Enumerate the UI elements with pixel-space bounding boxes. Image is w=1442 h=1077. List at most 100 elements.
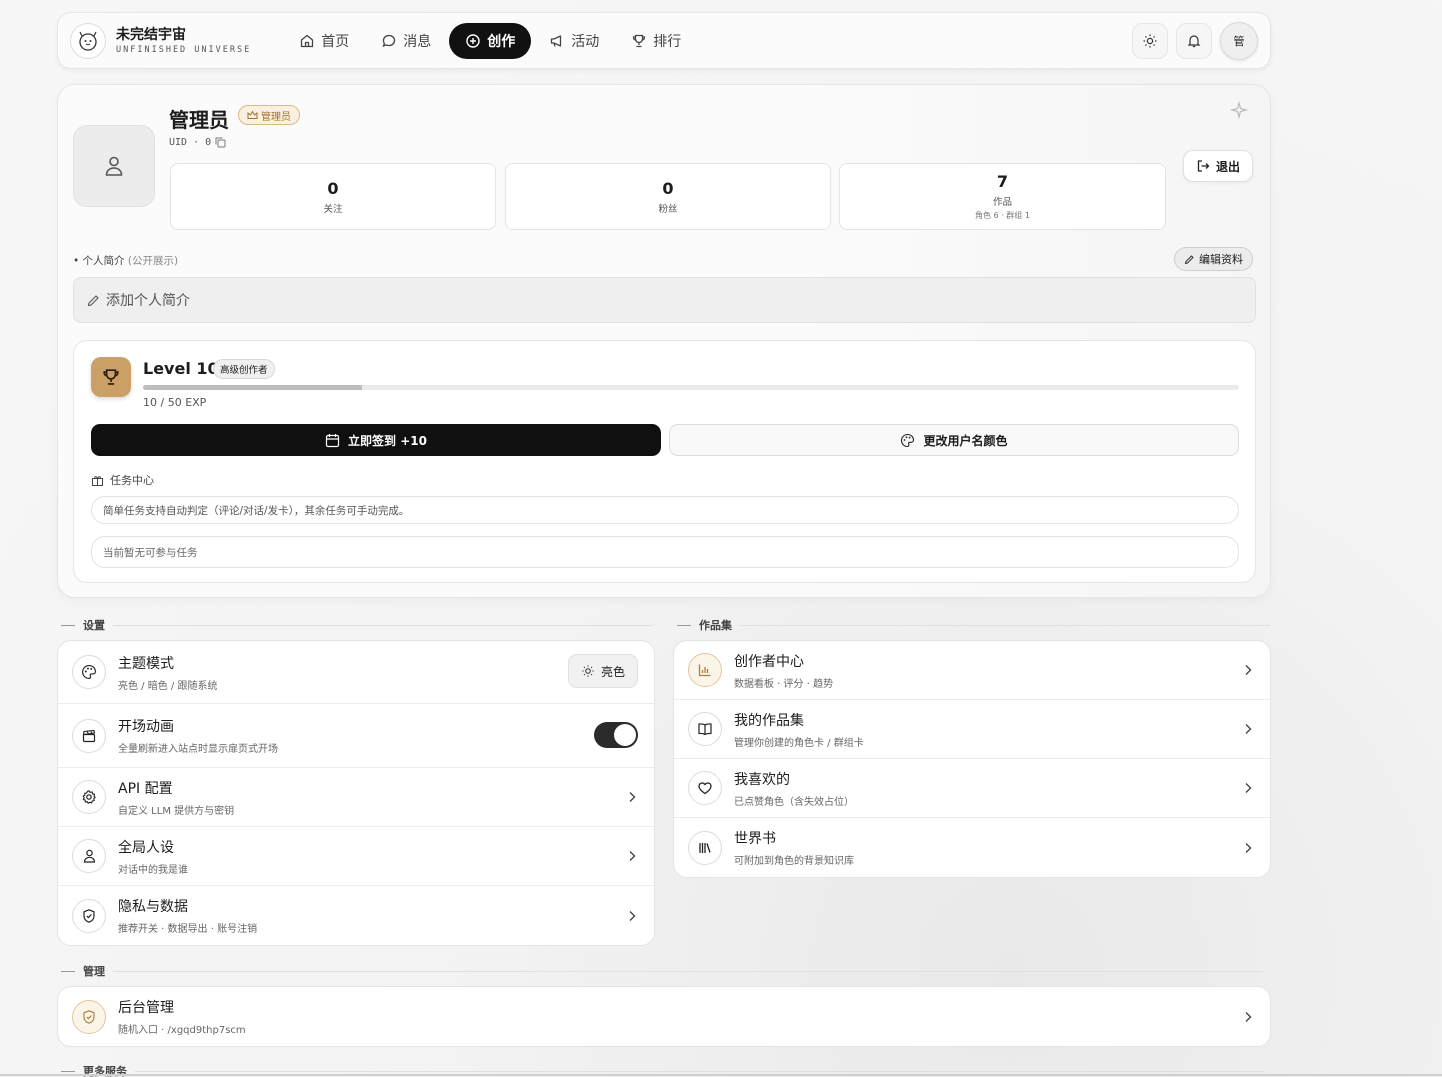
intro-animation-toggle[interactable] xyxy=(594,722,638,748)
notifications-button[interactable] xyxy=(1176,22,1212,59)
shield-icon xyxy=(72,898,106,933)
stat-works[interactable]: 7 作品 角色 6 · 群组 1 xyxy=(839,163,1166,230)
logo-icon[interactable] xyxy=(70,22,106,59)
theme-toggle-button[interactable] xyxy=(1132,22,1168,59)
task-note: 简单任务支持自动判定（评论/对话/发卡），其余任务可手动完成。 xyxy=(91,496,1239,524)
works-favorites-sub: 已点赞角色（含失效占位） xyxy=(734,796,854,808)
nav-messages-label: 消息 xyxy=(403,33,432,50)
task-center-title: 任务中心 xyxy=(91,472,154,488)
works-collection-sub: 管理你创建的角色卡 / 群组卡 xyxy=(734,737,864,749)
stat-followers-label: 粉丝 xyxy=(658,203,678,215)
bell-icon xyxy=(1187,34,1201,47)
nav-events[interactable]: 活动 xyxy=(535,23,613,59)
setting-theme[interactable]: 主题模式 亮色 / 暗色 / 跟随系统 亮色 xyxy=(58,641,654,704)
change-name-color-label: 更改用户名颜色 xyxy=(923,433,1008,448)
section-admin-label: 管理 xyxy=(61,963,1263,979)
setting-api[interactable]: API 配置 自定义 LLM 提供方与密钥 xyxy=(58,768,654,827)
uid-value: UID · 0 xyxy=(169,137,212,148)
theme-select-label: 亮色 xyxy=(600,664,625,679)
nav-ranking[interactable]: 排行 xyxy=(617,23,695,59)
message-icon xyxy=(382,34,396,47)
chevron-right-icon xyxy=(1245,665,1252,675)
admin-badge-label: 管理员 xyxy=(261,111,291,123)
setting-api-sub: 自定义 LLM 提供方与密钥 xyxy=(118,805,235,817)
exp-progress-bar xyxy=(143,385,1239,390)
calendar-icon xyxy=(325,433,340,447)
works-worldbook-sub: 可附加到角色的背景知识库 xyxy=(734,856,854,867)
nav-home[interactable]: 首页 xyxy=(285,23,363,59)
level-badge: 高级创作者 xyxy=(213,359,275,379)
nav-create[interactable]: 创作 xyxy=(449,22,532,59)
stat-following[interactable]: 0 关注 xyxy=(170,163,496,230)
profile-avatar[interactable] xyxy=(73,125,155,207)
nav-messages[interactable]: 消息 xyxy=(367,23,445,59)
setting-intro-sub: 全量刷新进入站点时显示扉页式开场 xyxy=(118,744,278,755)
megaphone-icon xyxy=(551,34,562,47)
user-icon xyxy=(72,839,106,873)
bio-label-muted: (公开展示) xyxy=(127,255,179,267)
checkin-button[interactable]: 立即签到 +10 xyxy=(91,424,661,456)
home-icon xyxy=(301,34,314,47)
brand[interactable]: 未完结宇宙 UNFINISHED UNIVERSE xyxy=(116,27,251,55)
stat-following-label: 关注 xyxy=(323,203,343,215)
pencil-icon xyxy=(1184,254,1194,264)
chevron-right-icon xyxy=(629,910,636,921)
section-admin-text: 管理 xyxy=(83,965,105,978)
heart-icon xyxy=(688,771,722,805)
theme-select-button[interactable]: 亮色 xyxy=(567,654,638,688)
works-favorites[interactable]: 我喜欢的 已点赞角色（含失效占位） xyxy=(674,759,1270,818)
works-my-collection[interactable]: 我的作品集 管理你创建的角色卡 / 群组卡 xyxy=(674,700,1270,759)
nav-create-label: 创作 xyxy=(487,33,516,50)
plus-circle-icon xyxy=(466,33,480,48)
logout-icon xyxy=(1197,160,1210,172)
brand-title: 未完结宇宙 xyxy=(116,26,186,43)
checkin-label: 立即签到 +10 xyxy=(348,433,427,448)
uid-text: UID · 0 xyxy=(169,137,226,148)
copy-icon[interactable] xyxy=(215,137,226,148)
change-name-color-button[interactable]: 更改用户名颜色 xyxy=(669,424,1239,456)
profile-card: 管理员 管理员 UID · 0 0 关注 0 粉丝 7 作品 角色 6 · 群组… xyxy=(57,84,1271,598)
stat-followers-value: 0 xyxy=(662,178,674,198)
setting-theme-title: 主题模式 xyxy=(118,655,174,672)
edit-profile-button[interactable]: 编辑资料 xyxy=(1174,247,1253,271)
works-creator-center[interactable]: 创作者中心 数据看板 · 评分 · 趋势 xyxy=(674,641,1270,700)
gear-icon xyxy=(72,780,106,814)
works-creator-sub: 数据看板 · 评分 · 趋势 xyxy=(734,678,834,690)
works-creator-title: 创作者中心 xyxy=(734,653,804,670)
user-avatar-button[interactable]: 管 xyxy=(1220,21,1258,60)
username: 管理员 xyxy=(169,108,229,132)
section-settings-text: 设置 xyxy=(83,619,105,632)
setting-intro-animation[interactable]: 开场动画 全量刷新进入站点时显示扉页式开场 xyxy=(58,704,654,768)
level-card: Level 10 高级创作者 10 / 50 EXP 立即签到 +10 更改用户… xyxy=(73,340,1256,583)
crown-icon xyxy=(247,110,258,119)
logout-button[interactable]: 退出 xyxy=(1183,150,1254,182)
setting-privacy[interactable]: 隐私与数据 推荐开关 · 数据导出 · 账号注销 xyxy=(58,886,654,945)
nav-home-label: 首页 xyxy=(321,33,350,50)
user-icon xyxy=(105,156,123,176)
palette-icon xyxy=(901,433,915,447)
stat-works-sub: 角色 6 · 群组 1 xyxy=(975,211,1030,220)
setting-privacy-title: 隐私与数据 xyxy=(118,899,188,915)
task-empty-state: 当前暂无可参与任务 xyxy=(91,536,1239,568)
pencil-icon xyxy=(87,294,99,306)
sun-icon xyxy=(1143,34,1157,47)
setting-intro-title: 开场动画 xyxy=(118,719,174,735)
setting-persona-title: 全局人设 xyxy=(118,839,174,856)
clapper-icon xyxy=(72,718,106,753)
admin-backend[interactable]: 后台管理 随机入口 · /xgqd9thp7scm xyxy=(58,987,1270,1046)
task-center-label: 任务中心 xyxy=(110,474,154,487)
bio-input[interactable]: 添加个人简介 xyxy=(73,277,1256,323)
works-favorites-title: 我喜欢的 xyxy=(734,771,790,788)
exp-text: 10 / 50 EXP xyxy=(143,396,207,409)
trophy-icon xyxy=(91,357,131,397)
sparkle-icon[interactable] xyxy=(1230,101,1248,119)
library-icon xyxy=(688,830,722,865)
shield-check-icon xyxy=(72,999,106,1034)
trophy-icon xyxy=(633,34,646,47)
stat-followers[interactable]: 0 粉丝 xyxy=(505,163,831,230)
nav-events-label: 活动 xyxy=(571,33,600,50)
top-nav: 未完结宇宙 UNFINISHED UNIVERSE 首页 消息 创作 活动 排行 xyxy=(57,12,1271,69)
edit-profile-label: 编辑资料 xyxy=(1199,253,1243,266)
works-worldbook[interactable]: 世界书 可附加到角色的背景知识库 xyxy=(674,818,1270,877)
setting-persona[interactable]: 全局人设 对话中的我是谁 xyxy=(58,827,654,886)
